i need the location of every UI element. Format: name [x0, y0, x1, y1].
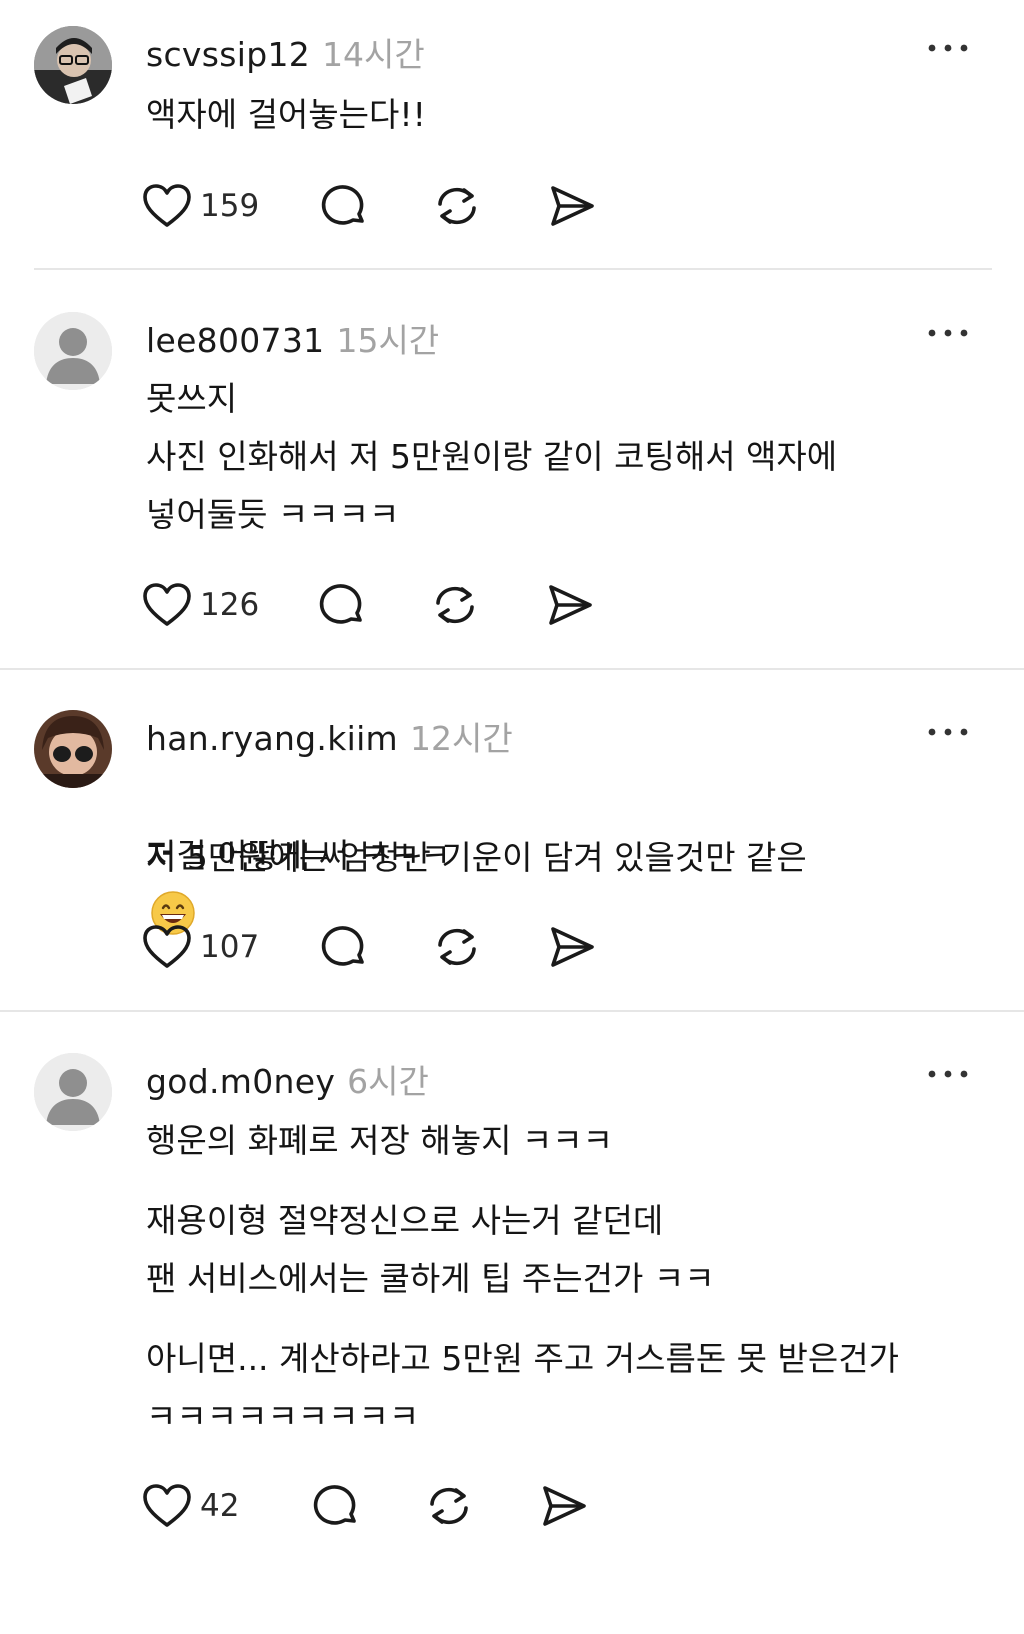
divider	[0, 1010, 1024, 1012]
action-bar: 126	[143, 579, 666, 631]
repost-button[interactable]	[432, 180, 482, 232]
post-header: han.ryang.kiim 12시간	[146, 712, 513, 758]
send-icon	[551, 927, 594, 967]
post-text: 액자에 걸어놓는다!!	[146, 95, 426, 134]
reply-button[interactable]	[312, 1480, 360, 1532]
share-button[interactable]	[540, 1480, 588, 1532]
repost-button[interactable]	[430, 579, 480, 631]
avatar[interactable]	[34, 312, 112, 390]
post-text: 재용이형 절약정신으로 사는거 같던데 팬 서비스에서는 쿨하게 팁 주는건가 …	[146, 1201, 715, 1298]
like-button[interactable]: 107	[142, 921, 259, 973]
like-button[interactable]: 42	[142, 1480, 239, 1532]
reply-button[interactable]	[320, 921, 368, 973]
send-icon	[543, 1486, 586, 1526]
heart-icon	[143, 925, 191, 968]
avatar[interactable]	[34, 26, 112, 104]
share-button[interactable]	[546, 579, 594, 631]
action-bar: 159	[143, 180, 666, 232]
heart-icon	[143, 583, 191, 626]
like-button[interactable]: 159	[142, 180, 259, 232]
like-count: 42	[200, 1488, 240, 1524]
share-button[interactable]	[548, 180, 596, 232]
more-dots-icon[interactable]	[926, 38, 970, 58]
avatar[interactable]	[34, 1053, 112, 1131]
username[interactable]: lee800731	[146, 321, 324, 360]
like-button[interactable]: 126	[142, 579, 259, 631]
avatar-photo	[34, 710, 112, 788]
heart-icon	[143, 184, 191, 227]
repost-icon	[430, 1487, 468, 1525]
share-button[interactable]	[548, 921, 596, 973]
timestamp: 12시간	[410, 719, 513, 758]
divider	[34, 268, 992, 270]
more-dots-icon[interactable]	[926, 1064, 970, 1084]
reply-button[interactable]	[318, 579, 366, 631]
username[interactable]: han.ryang.kiim	[146, 719, 398, 758]
repost-button[interactable]	[424, 1480, 474, 1532]
more-dots-icon[interactable]	[926, 722, 970, 742]
post-text: 저걸 어떻게 써 ㅋㅋㅋ	[146, 836, 451, 875]
action-bar: 42	[143, 1480, 666, 1532]
repost-icon	[436, 586, 474, 624]
like-count: 107	[200, 929, 260, 965]
timestamp: 15시간	[336, 321, 440, 360]
like-count: 126	[200, 587, 260, 623]
divider	[0, 668, 1024, 670]
send-icon	[549, 585, 592, 625]
comment-icon	[321, 185, 364, 225]
post-header: god.m0ney 6시간	[146, 1055, 429, 1101]
username[interactable]: scvssip12	[146, 35, 310, 74]
timestamp: 6시간	[347, 1062, 429, 1101]
username[interactable]: god.m0ney	[146, 1062, 335, 1101]
send-icon	[551, 186, 594, 226]
repost-icon	[438, 928, 476, 966]
repost-button[interactable]	[432, 921, 482, 973]
post-text: 못쓰지 사진 인화해서 저 5만원이랑 같이 코팅해서 액자에 넣어둘듯 ㅋㅋㅋ…	[146, 379, 838, 534]
post-header: lee800731 15시간	[146, 314, 439, 360]
avatar-photo	[34, 26, 112, 104]
post-text: 행운의 화폐로 저장 해놓지 ㅋㅋㅋ	[146, 1121, 613, 1160]
comment-icon	[313, 1485, 356, 1525]
more-dots-icon[interactable]	[926, 323, 970, 343]
post-header: scvssip12 14시간	[146, 28, 425, 74]
repost-icon	[438, 187, 476, 225]
default-avatar-icon	[34, 312, 112, 390]
comment-icon	[321, 926, 364, 966]
avatar[interactable]	[34, 710, 112, 788]
heart-icon	[143, 1484, 191, 1527]
action-bar: 107	[143, 921, 666, 973]
reply-button[interactable]	[320, 180, 368, 232]
comment-icon	[319, 584, 362, 624]
post-text: 아니면... 계산하라고 5만원 주고 거스름돈 못 받은건가 ㅋㅋㅋㅋㅋㅋㅋㅋ…	[146, 1339, 899, 1436]
timestamp: 14시간	[322, 35, 425, 74]
like-count: 159	[200, 188, 260, 224]
default-avatar-icon	[34, 1053, 112, 1131]
